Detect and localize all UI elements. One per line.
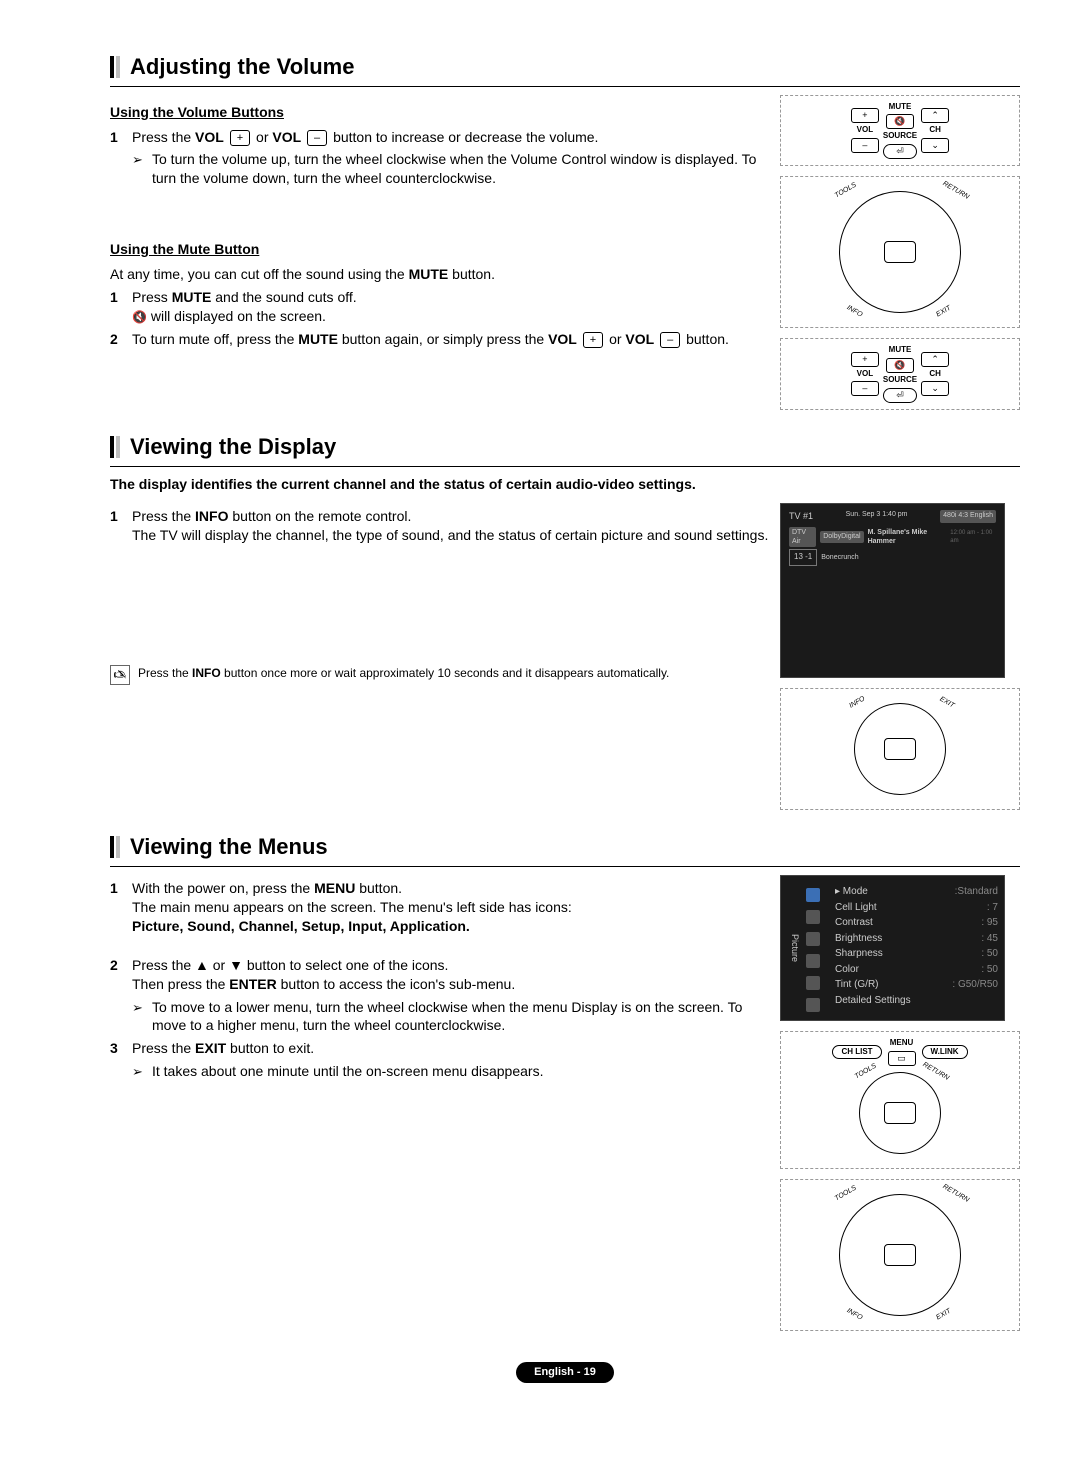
step-number: 1 <box>110 288 132 326</box>
section-header: Adjusting the Volume <box>110 52 1020 82</box>
bar-icon <box>110 836 122 858</box>
step-number: 1 <box>110 879 132 936</box>
menu-icon <box>806 998 820 1012</box>
menu-icon <box>806 976 820 990</box>
bar-icon <box>110 436 122 458</box>
vol-plus-icon: + <box>583 332 603 348</box>
mute-button: 🔇 <box>886 358 914 373</box>
subhead-mute-button: Using the Mute Button <box>110 240 770 259</box>
paragraph: At any time, you can cut off the sound u… <box>110 265 770 284</box>
remote-illustration: + VOL – MUTE 🔇 SOURCE ⏎ ⌃ CH ⌄ <box>780 338 1020 410</box>
intro-text: The display identifies the current chann… <box>110 475 1020 494</box>
divider <box>110 86 1020 87</box>
menu-row: ▸ Mode:Standard <box>835 884 998 900</box>
bar-icon <box>110 56 122 78</box>
mute-button: 🔇 <box>886 114 914 129</box>
wlink-button: W.LINK <box>922 1045 968 1059</box>
menu-row: Sharpness: 50 <box>835 946 998 962</box>
footer-badge: English - 19 <box>516 1362 614 1383</box>
step-number: 1 <box>110 507 132 545</box>
vol-minus-icon: – <box>307 130 327 146</box>
section-header: Viewing the Menus <box>110 832 1020 862</box>
chlist-button: CH LIST <box>832 1045 881 1059</box>
arrow-icon <box>132 150 152 188</box>
step-text: Press the ▲ or ▼ button to select one of… <box>132 956 770 994</box>
step-text: With the power on, press the MENU button… <box>132 879 770 936</box>
ch-up-button: ⌃ <box>921 352 949 367</box>
note-icon <box>110 665 130 685</box>
heading-adjusting-volume: Adjusting the Volume <box>130 52 1020 82</box>
step-text: To turn mute off, press the MUTE button … <box>132 330 770 349</box>
tv-screenshot: TV #1 Sun. Sep 3 1:40 pm 480i 4:3 Englis… <box>780 503 1005 678</box>
divider <box>110 866 1020 867</box>
step-number: 3 <box>110 1039 132 1058</box>
menu-row: Cell Light: 7 <box>835 900 998 916</box>
vol-minus-icon: – <box>660 332 680 348</box>
divider <box>110 466 1020 467</box>
wheel-icon: TOOLS RETURN INFO EXIT <box>839 191 961 313</box>
step-text: Press MUTE and the sound cuts off. will … <box>132 288 770 326</box>
menu-screenshot: Picture ▸ Mode:StandardCell Light: 7Cont… <box>780 875 1005 1021</box>
ch-down-button: ⌄ <box>921 138 949 153</box>
heading-viewing-menus: Viewing the Menus <box>130 832 1020 862</box>
remote-illustration: TOOLS RETURN INFO EXIT <box>780 1179 1020 1331</box>
menu-row: Detailed Settings <box>835 993 998 1009</box>
mute-icon <box>132 308 147 324</box>
step-text: Press the VOL + or VOL – button to incre… <box>132 128 770 147</box>
heading-viewing-display: Viewing the Display <box>130 432 1020 462</box>
step-text: Press the INFO button on the remote cont… <box>132 507 770 545</box>
menu-row: Brightness: 45 <box>835 931 998 947</box>
source-button: ⏎ <box>883 144 917 159</box>
subhead-volume-buttons: Using the Volume Buttons <box>110 103 770 122</box>
menu-icon <box>806 910 820 924</box>
source-button: ⏎ <box>883 388 917 403</box>
arrow-icon <box>132 1062 152 1081</box>
menu-button: ▭ <box>888 1051 916 1066</box>
vol-minus-button: – <box>851 381 879 396</box>
note-text: To turn the volume up, turn the wheel cl… <box>152 150 770 188</box>
vol-plus-button: + <box>851 108 879 123</box>
wheel-icon: TOOLS RETURN INFO EXIT <box>839 1194 961 1316</box>
remote-illustration: INFO EXIT <box>780 688 1020 810</box>
vol-plus-button: + <box>851 352 879 367</box>
remote-illustration: TOOLS RETURN INFO EXIT <box>780 176 1020 328</box>
arrow-icon <box>132 998 152 1036</box>
menu-row: Tint (G/R): G50/R50 <box>835 977 998 993</box>
wheel-icon: INFO EXIT <box>854 703 946 795</box>
note-text: To move to a lower menu, turn the wheel … <box>152 998 770 1036</box>
page-footer: English - 19 <box>110 1361 1020 1383</box>
step-number: 1 <box>110 128 132 147</box>
menu-row: Color: 50 <box>835 962 998 978</box>
step-text: Press the EXIT button to exit. <box>132 1039 770 1058</box>
ch-up-button: ⌃ <box>921 108 949 123</box>
menu-icon <box>806 888 820 902</box>
section-header: Viewing the Display <box>110 432 1020 462</box>
note-text: It takes about one minute until the on-s… <box>152 1062 543 1081</box>
menu-row: Contrast: 95 <box>835 915 998 931</box>
menu-icon <box>806 932 820 946</box>
remote-illustration: CH LIST MENU ▭ W.LINK TOOLS RETURN <box>780 1031 1020 1169</box>
vol-minus-button: – <box>851 138 879 153</box>
vol-plus-icon: + <box>230 130 250 146</box>
step-number: 2 <box>110 956 132 994</box>
remote-illustration: + VOL – MUTE 🔇 SOURCE ⏎ ⌃ CH ⌄ <box>780 95 1020 167</box>
ch-down-button: ⌄ <box>921 381 949 396</box>
note: Press the INFO button once more or wait … <box>110 665 770 685</box>
note-text: Press the INFO button once more or wait … <box>138 665 669 681</box>
wheel-icon: TOOLS RETURN <box>859 1072 941 1154</box>
menu-icon <box>806 954 820 968</box>
step-number: 2 <box>110 330 132 349</box>
